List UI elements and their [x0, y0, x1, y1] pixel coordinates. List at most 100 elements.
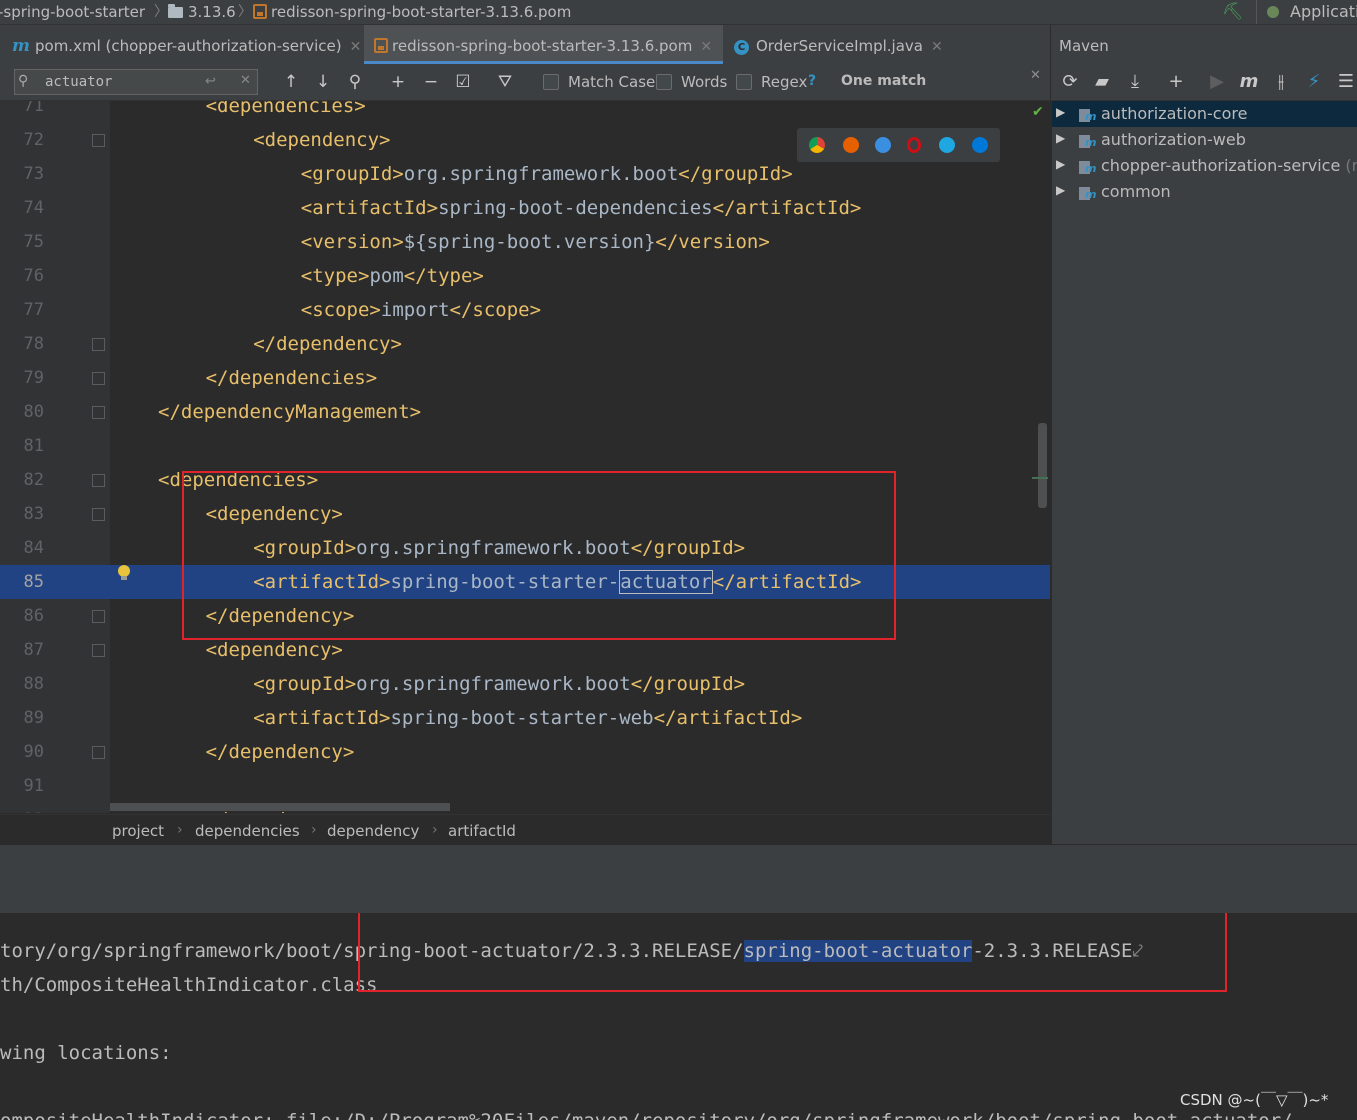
code-line[interactable]: 73 <groupId>org.springframework.boot</gro…: [0, 157, 1050, 191]
generate-sources-icon[interactable]: ▰: [1091, 71, 1113, 93]
code-line[interactable]: 79 </dependencies>: [0, 361, 1050, 395]
code-line[interactable]: 77 <scope>import</scope>: [0, 293, 1050, 327]
code-line[interactable]: 89 <artifactId>spring-boot-starter-web</a…: [0, 701, 1050, 735]
code-line[interactable]: 90 </dependency>: [0, 735, 1050, 769]
crumb-dependency[interactable]: dependency: [327, 822, 419, 840]
close-tab-icon[interactable]: ✕: [700, 39, 712, 55]
console-line-2: th/CompositeHealthIndicator.class: [0, 974, 378, 996]
code-line[interactable]: 78 </dependency>: [0, 327, 1050, 361]
search-input[interactable]: [45, 73, 195, 91]
code-line[interactable]: 76 <type>pom</type>: [0, 259, 1050, 293]
skip-tests-icon[interactable]: ⚡: [1303, 71, 1325, 93]
tab-order-service-impl[interactable]: C OrderServiceImpl.java ✕: [725, 25, 945, 67]
fold-marker-icon[interactable]: [92, 338, 105, 351]
maven-module-authorization-web[interactable]: ▶ authorization-web: [1052, 127, 1357, 153]
line-number: 75: [23, 232, 44, 252]
download-icon[interactable]: ⤓: [1124, 71, 1146, 93]
tab-redisson-pom[interactable]: redisson-spring-boot-starter-3.13.6.pom ✕: [364, 25, 723, 64]
console-output[interactable]: tory/org/springframework/boot/spring-boo…: [0, 913, 1357, 1120]
show-dependencies-icon[interactable]: ☰: [1335, 71, 1357, 93]
crumb-artifactid[interactable]: artifactId: [448, 822, 516, 840]
search-field[interactable]: ⚲ ↩ ✕: [14, 69, 258, 95]
folder-icon: [168, 4, 183, 18]
maven-module-authorization-core[interactable]: ▶ authorization-core: [1052, 101, 1357, 127]
fold-marker-icon[interactable]: [92, 508, 105, 521]
regex-checkbox[interactable]: [736, 74, 752, 90]
breadcrumb-item-version[interactable]: 3.13.6: [168, 2, 236, 22]
remove-selection-icon[interactable]: −: [420, 71, 442, 93]
annotation-box-editor: [182, 471, 896, 640]
reload-icon[interactable]: ⟳: [1059, 71, 1081, 93]
select-all-occurrences-icon[interactable]: ☑: [452, 71, 474, 93]
line-number: 91: [23, 776, 44, 796]
close-tab-icon[interactable]: ✕: [931, 39, 943, 55]
run-icon[interactable]: ▶: [1206, 71, 1228, 93]
execute-goal-icon[interactable]: m: [1238, 71, 1260, 93]
toggle-offline-icon[interactable]: ⫲: [1270, 71, 1292, 93]
close-tab-icon[interactable]: ✕: [350, 39, 362, 55]
search-icon[interactable]: ⚲: [18, 73, 28, 89]
breadcrumb-item-module[interactable]: -spring-boot-starter: [0, 2, 145, 22]
code-line[interactable]: 71 <dependencies>: [0, 101, 1050, 123]
maven-panel-title: Maven: [1059, 37, 1109, 55]
code-line[interactable]: 80 </dependencyManagement>: [0, 395, 1050, 429]
crumb-separator: ›: [177, 822, 183, 838]
edge-icon[interactable]: [972, 137, 988, 153]
run-configuration-selector[interactable]: Applicati: [1256, 0, 1357, 24]
fold-marker-icon[interactable]: [92, 134, 105, 147]
line-number: 84: [23, 538, 44, 558]
match-case-label: Match Case: [568, 73, 656, 91]
internet-explorer-icon[interactable]: [939, 137, 955, 153]
expand-arrow-icon[interactable]: ▶: [1056, 131, 1065, 145]
fold-marker-icon[interactable]: [92, 406, 105, 419]
regex-help-link[interactable]: ?: [808, 73, 816, 89]
search-history-icon[interactable]: ↩: [205, 74, 216, 89]
pom-file-icon: [374, 38, 388, 53]
fold-marker-icon[interactable]: [92, 644, 105, 657]
fold-marker-icon[interactable]: [92, 746, 105, 759]
expand-arrow-icon[interactable]: ▶: [1056, 105, 1065, 119]
opera-icon[interactable]: [907, 137, 921, 153]
clear-search-icon[interactable]: ✕: [240, 73, 251, 88]
expand-arrow-icon[interactable]: ▶: [1056, 183, 1065, 197]
chrome-icon[interactable]: [809, 137, 825, 153]
crumb-dependencies[interactable]: dependencies: [195, 822, 300, 840]
code-line[interactable]: 74 <artifactId>spring-boot-dependencies</…: [0, 191, 1050, 225]
previous-occurrence-icon[interactable]: ↑: [280, 71, 302, 93]
crumb-project[interactable]: project: [112, 822, 164, 840]
fold-marker-icon[interactable]: [92, 372, 105, 385]
code-line[interactable]: 88 <groupId>org.springframework.boot</gro…: [0, 667, 1050, 701]
add-project-icon[interactable]: +: [1165, 71, 1187, 93]
maven-module-common[interactable]: ▶ common: [1052, 179, 1357, 205]
fold-marker-icon[interactable]: [92, 474, 105, 487]
find-all-icon[interactable]: ⚲: [344, 71, 366, 93]
intention-bulb-icon[interactable]: [118, 565, 130, 580]
inspection-ok-icon[interactable]: ✔: [1032, 104, 1044, 120]
match-case-checkbox[interactable]: [543, 74, 559, 90]
line-number: 79: [23, 368, 44, 388]
code-line[interactable]: 75 <version>${spring-boot.version}</versi…: [0, 225, 1050, 259]
fold-marker-icon[interactable]: [92, 610, 105, 623]
maven-module-chopper-authorization-service[interactable]: ▶ chopper-authorization-service (roo: [1052, 153, 1357, 179]
build-hammer-icon[interactable]: ⛏: [1222, 3, 1244, 21]
code-line[interactable]: 81: [0, 429, 1050, 463]
firefox-icon[interactable]: [843, 137, 859, 153]
close-find-bar-icon[interactable]: ✕: [1030, 68, 1041, 83]
words-checkbox[interactable]: [656, 74, 672, 90]
next-occurrence-icon[interactable]: ↓: [312, 71, 334, 93]
expand-arrow-icon[interactable]: ▶: [1056, 157, 1065, 171]
breadcrumb-item-file[interactable]: redisson-spring-boot-starter-3.13.6.pom: [253, 2, 571, 22]
vertical-scrollbar[interactable]: [1038, 423, 1047, 508]
code-text: <version>${spring-boot.version}</version…: [300, 231, 770, 253]
code-editor[interactable]: 71 <dependencies> 72 <dependency> 73 <groupId…: [0, 101, 1050, 813]
line-number: 80: [23, 402, 44, 422]
tab-label: pom.xml (chopper-authorization-service): [35, 37, 342, 55]
safari-icon[interactable]: [875, 137, 891, 153]
tab-pom-xml[interactable]: m pom.xml (chopper-authorization-service)…: [0, 25, 362, 67]
line-number: 73: [23, 164, 44, 184]
code-line[interactable]: 91: [0, 769, 1050, 803]
add-selection-icon[interactable]: +: [387, 71, 409, 93]
horizontal-scrollbar[interactable]: [110, 803, 450, 811]
code-text: <artifactId>spring-boot-starter-web</art…: [253, 707, 803, 729]
filter-icon[interactable]: ⛛: [494, 71, 516, 93]
